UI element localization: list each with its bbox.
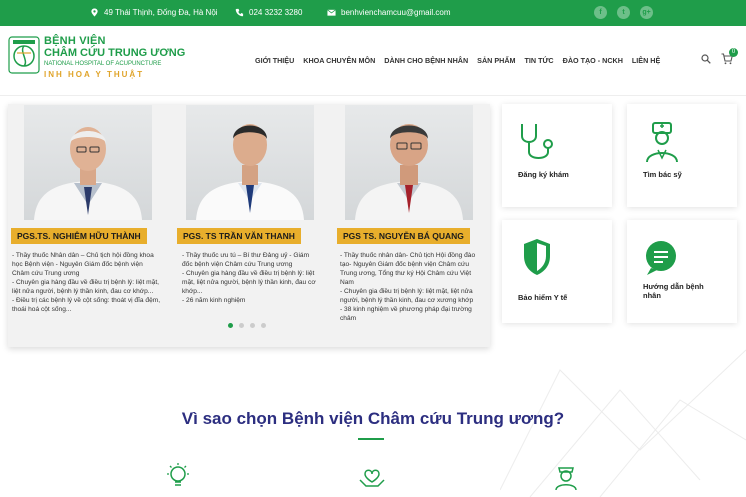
nav-item-contact[interactable]: LIÊN HỆ: [632, 56, 660, 65]
facebook-icon[interactable]: f: [594, 6, 607, 19]
doctor-desc-line: - Thầy thuốc Nhân dân – Chủ tịch hội đồn…: [12, 252, 154, 277]
slider-pagination: [228, 323, 266, 328]
doctor-desc-line: - Thầy thuốc nhân dân- Chủ tịch Hội đồng…: [340, 252, 476, 286]
doctor-portrait-icon: [34, 127, 142, 220]
slider-dot[interactable]: [261, 323, 266, 328]
email-item[interactable]: benhvienchamcuu@gmail.com: [327, 8, 451, 17]
doctor-desc-line: - Thầy thuốc ưu tú – Bí thư Đảng uỷ - Gi…: [182, 252, 310, 268]
nav-item-departments[interactable]: KHOA CHUYÊN MÔN: [303, 56, 375, 65]
mail-icon: [327, 9, 336, 16]
doctor-desc-line: - Chuyên gia hàng đầu về điều trị bệnh l…: [12, 279, 159, 295]
slider-dot[interactable]: [250, 323, 255, 328]
address-item: 49 Thái Thịnh, Đống Đa, Hà Nội: [90, 8, 218, 17]
location-icon: [91, 8, 98, 17]
phone-item[interactable]: 024 3232 3280: [235, 8, 302, 17]
doctor-photo: [186, 105, 314, 220]
twitter-icon[interactable]: t: [617, 6, 630, 19]
service-card-find-doctor[interactable]: Tìm bác sỹ: [627, 104, 737, 207]
nav-item-news[interactable]: TIN TỨC: [525, 56, 554, 65]
address-text: 49 Thái Thịnh, Đống Đa, Hà Nội: [104, 8, 218, 17]
nav-item-about[interactable]: GIỚI THIỆU: [255, 56, 294, 65]
service-card-label: Đăng ký khám: [518, 170, 569, 179]
stethoscope-icon: [521, 124, 553, 159]
doctor-portrait-icon: [355, 124, 463, 220]
phone-icon: [235, 8, 244, 17]
slider-dot[interactable]: [228, 323, 233, 328]
nurse-icon: [555, 467, 577, 490]
google-plus-icon[interactable]: g+: [640, 6, 653, 19]
doctor-icon: [646, 122, 678, 163]
service-card-guide[interactable]: Hướng dẫn bệnh nhân: [627, 220, 737, 323]
doctor-photo: [345, 105, 473, 220]
hospital-emblem-icon: [8, 36, 40, 74]
service-card-label: Tìm bác sỹ: [643, 170, 682, 179]
doctor-name: PGS.TS. NGHIÊM HỮU THÀNH: [11, 228, 147, 244]
nav-item-patients[interactable]: DÀNH CHO BỆNH NHÂN: [384, 56, 468, 65]
logo-line-3: NATIONAL HOSPITAL OF ACUPUNCTURE: [44, 61, 162, 67]
doctor-desc-line: - Điều trị các bệnh lý về cột sống: thoá…: [12, 297, 161, 313]
cart-count-badge: 0: [729, 48, 738, 57]
doctor-name: PGS. TS TRẦN VĂN THANH: [177, 228, 301, 244]
doctor-desc-line: - Chuyên gia điều trị bệnh lý: liệt mặt,…: [340, 288, 474, 304]
service-card-insurance[interactable]: Bảo hiểm Y tế: [502, 220, 612, 323]
logo-line-2: CHÂM CỨU TRUNG ƯƠNG: [44, 47, 186, 59]
chat-icon: [646, 241, 676, 275]
main-header: BỆNH VIỆN CHÂM CỨU TRUNG ƯƠNG NATIONAL H…: [0, 26, 746, 96]
service-card-register[interactable]: Đăng ký khám: [502, 104, 612, 207]
slider-dot[interactable]: [239, 323, 244, 328]
phone-text: 024 3232 3280: [249, 8, 303, 17]
search-icon[interactable]: [701, 54, 711, 64]
heart-hands-icon: [359, 469, 385, 487]
logo-line-1: BỆNH VIỆN: [44, 35, 106, 47]
doctor-name: PGS TS. NGUYỄN BÁ QUANG: [337, 228, 470, 244]
shield-icon: [524, 239, 550, 275]
doctor-description: - Thầy thuốc nhân dân- Chủ tịch Hội đồng…: [340, 251, 480, 323]
lightbulb-icon: [167, 463, 189, 486]
title-underline: [358, 438, 384, 440]
doctor-portrait-icon: [196, 124, 304, 220]
section-title: Vì sao chọn Bệnh viện Châm cứu Trung ươn…: [181, 409, 565, 428]
email-text: benhvienchamcuu@gmail.com: [341, 8, 451, 17]
doctor-description: - Thầy thuốc Nhân dân – Chủ tịch hội đồn…: [12, 251, 162, 314]
doctor-desc-line: - Chuyên gia hàng đầu về điều trị bệnh l…: [182, 270, 316, 295]
doctor-slider[interactable]: PGS.TS. NGHIÊM HỮU THÀNH - Thầy thuốc Nh…: [8, 104, 490, 347]
doctor-desc-line: - 26 năm kinh nghiệm: [182, 297, 246, 304]
service-card-label: Hướng dẫn bệnh nhân: [643, 282, 704, 300]
doctor-description: - Thầy thuốc ưu tú – Bí thư Đảng uỷ - Gi…: [182, 251, 320, 305]
main-nav: GIỚI THIỆU KHOA CHUYÊN MÔN DÀNH CHO BỆNH…: [255, 56, 669, 65]
top-bar: 49 Thái Thịnh, Đống Đa, Hà Nội 024 3232 …: [0, 0, 746, 26]
nav-item-training[interactable]: ĐÀO TẠO - NCKH: [563, 56, 623, 65]
doctor-desc-line: - 38 kinh nghiệm về phương pháp đại trườ…: [340, 306, 472, 322]
nav-item-products[interactable]: SẢN PHẨM: [477, 56, 515, 65]
service-card-label: Bảo hiểm Y tế: [518, 293, 568, 302]
doctor-photo: [24, 105, 152, 220]
hospital-logo[interactable]: BỆNH VIỆN CHÂM CỨU TRUNG ƯƠNG NATIONAL H…: [8, 36, 185, 79]
logo-slogan: INH HOA Y THUẬT: [44, 70, 145, 79]
